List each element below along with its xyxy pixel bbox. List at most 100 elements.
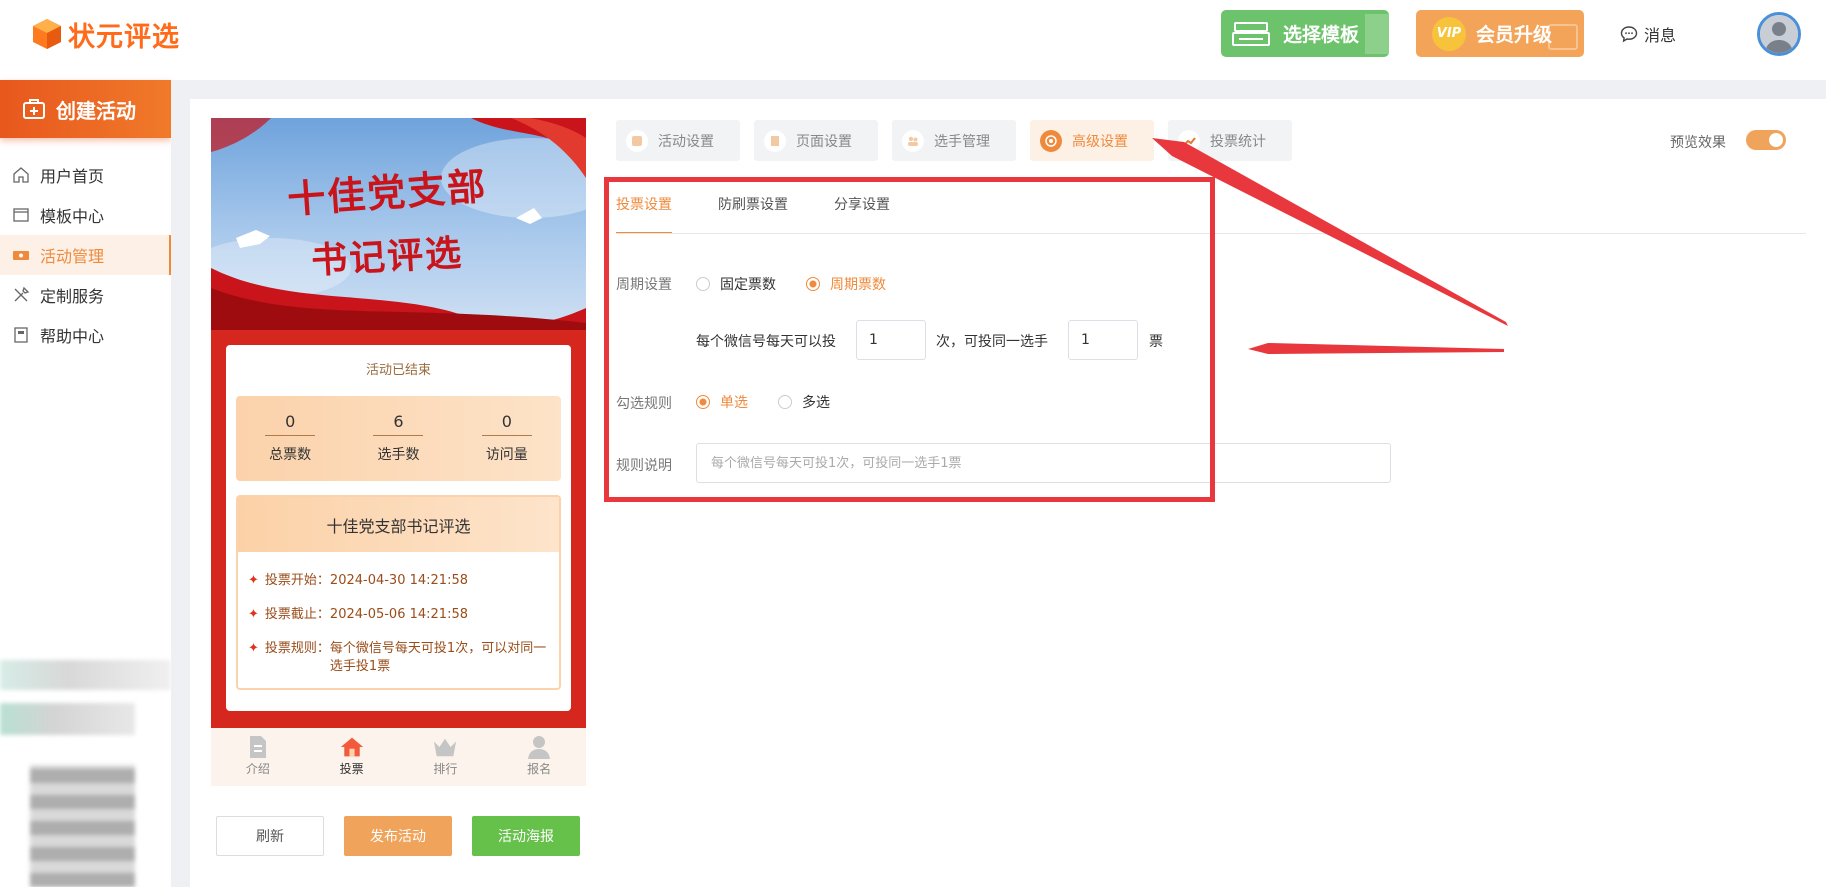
select-template-label: 选择模板: [1283, 24, 1360, 46]
tab-label: 页面设置: [796, 133, 852, 150]
tab-label: 高级设置: [1072, 133, 1128, 150]
stat-visits: 0 访问量: [453, 396, 561, 481]
target-icon: [1040, 129, 1062, 152]
settings-icon: [626, 129, 648, 152]
vote-start-row: ✦ 投票开始： 2024-04-30 14:21:58: [248, 572, 468, 590]
vote-rule-label: 投票规则：: [264, 641, 330, 656]
stat-total-votes: 0 总票数: [236, 396, 344, 481]
tab-label: 选手管理: [934, 133, 990, 150]
home-icon: [340, 734, 364, 760]
sidebar-item-templates[interactable]: 模板中心: [0, 195, 171, 235]
user-avatar-icon: [1760, 15, 1798, 53]
settings-tabs: 活动设置 页面设置 选手管理 高级设置 投票统计: [616, 120, 1292, 161]
message-icon: [1620, 26, 1638, 43]
add-box-icon: [23, 99, 45, 119]
tab-activity-settings[interactable]: 活动设置: [616, 120, 740, 161]
crown-deco-icon: [1548, 24, 1578, 50]
activity-info-box: 十佳党支部书记评选 ✦ 投票开始： 2024-04-30 14:21:58 ✦ …: [236, 495, 561, 690]
crown-icon: [433, 734, 457, 760]
preview-banner: 十佳党支部 书记评选: [211, 118, 586, 330]
preview-toggle-label: 预览效果: [1670, 135, 1726, 151]
preview-tabbar: 介绍 投票 排行 报名: [211, 728, 586, 786]
create-activity-button[interactable]: 创建活动: [0, 80, 171, 138]
page-icon: [764, 129, 786, 152]
stat-label: 访问量: [485, 447, 528, 463]
tab-label: 投票: [339, 762, 364, 776]
blurred-block-2: [0, 703, 135, 735]
sidebar-item-label: 活动管理: [40, 247, 105, 266]
tab-intro[interactable]: 介绍: [211, 728, 305, 786]
stat-value: 0: [481, 412, 532, 436]
activity-poster-button[interactable]: 活动海报: [472, 816, 580, 856]
document-icon: [246, 734, 270, 760]
tab-label: 报名: [527, 762, 552, 776]
tab-advanced-settings[interactable]: 高级设置: [1030, 120, 1154, 161]
star-icon: ✦: [248, 607, 259, 622]
ticket-icon: [12, 246, 30, 264]
mobile-preview: 十佳党支部 书记评选 活动已结束 0 总票数 6 选手数 0 访问量 十佳党支部…: [211, 118, 586, 786]
preview-info-card: 活动已结束 0 总票数 6 选手数 0 访问量 十佳党支部书记评选 ✦ 投票开始…: [226, 345, 571, 711]
vote-end-row: ✦ 投票截止： 2024-05-06 14:21:58: [248, 606, 468, 624]
vote-rule-row: ✦ 投票规则： 每个微信号每天可投1次，可以对同一选手投1票: [248, 640, 548, 676]
create-activity-label: 创建活动: [56, 98, 136, 123]
chart-icon: [1178, 129, 1200, 152]
stat-value: 6: [373, 412, 424, 436]
blurred-qr-code: [30, 765, 135, 887]
content-frame-left: [171, 80, 190, 887]
refresh-button[interactable]: 刷新: [216, 816, 324, 856]
template-deco: [1365, 14, 1389, 54]
home-icon: [12, 166, 30, 184]
tab-label: 介绍: [245, 762, 270, 776]
vip-icon: VIP: [1432, 16, 1466, 51]
stat-label: 总票数: [269, 447, 312, 463]
sidebar-item-home[interactable]: 用户首页: [0, 155, 171, 195]
avatar[interactable]: [1757, 12, 1801, 56]
vote-rule-value: 每个微信号每天可投1次，可以对同一选手投1票: [329, 641, 547, 674]
vote-start-label: 投票开始：: [264, 573, 330, 588]
annotation-highlight-box: [604, 177, 1215, 502]
sidebar-item-label: 用户首页: [40, 167, 105, 186]
logo-text: 状元评选: [68, 21, 180, 53]
sidebar-item-label: 定制服务: [40, 287, 105, 306]
tab-label: 活动设置: [658, 133, 714, 150]
vote-start-value: 2024-04-30 14:21:58: [329, 573, 468, 588]
content-frame-top: [171, 80, 1826, 99]
sidebar-item-label: 模板中心: [40, 207, 105, 226]
select-template-button[interactable]: 选择模板: [1221, 10, 1389, 57]
vote-end-label: 投票截止：: [264, 607, 330, 622]
vote-end-value: 2024-05-06 14:21:58: [329, 607, 468, 622]
publish-activity-button[interactable]: 发布活动: [344, 816, 452, 856]
folder-icon: [12, 206, 30, 224]
stat-value: 0: [265, 412, 316, 436]
book-icon: [12, 326, 30, 344]
tab-signup[interactable]: 报名: [492, 728, 586, 786]
stat-player-count: 6 选手数: [344, 396, 452, 481]
template-icon: [1232, 21, 1270, 46]
tab-ranking[interactable]: 排行: [399, 728, 493, 786]
tools-icon: [12, 286, 30, 304]
preview-actions: 刷新 发布活动 活动海报: [216, 816, 580, 856]
vip-upgrade-button[interactable]: VIP 会员升级: [1416, 10, 1584, 57]
sidebar-item-activity-management[interactable]: 活动管理: [0, 235, 171, 275]
tab-page-settings[interactable]: 页面设置: [754, 120, 878, 161]
tab-player-management[interactable]: 选手管理: [892, 120, 1016, 161]
top-header: 状元评选 选择模板 VIP 会员升级 消息: [0, 0, 1826, 80]
sidebar-nav: 用户首页 模板中心 活动管理 定制服务 帮助中心: [0, 155, 171, 355]
star-icon: ✦: [248, 573, 259, 588]
users-icon: [902, 129, 924, 152]
stats-panel: 0 总票数 6 选手数 0 访问量: [236, 396, 561, 481]
messages-link[interactable]: 消息: [1620, 22, 1676, 46]
vip-upgrade-label: 会员升级: [1476, 24, 1553, 46]
tab-vote[interactable]: 投票: [305, 728, 399, 786]
sidebar-item-custom-service[interactable]: 定制服务: [0, 275, 171, 315]
preview-toggle[interactable]: [1746, 130, 1786, 150]
blurred-block-1: [0, 660, 171, 690]
banner-decoration: [211, 118, 586, 330]
logo[interactable]: 状元评选: [32, 14, 180, 54]
activity-title: 十佳党支部书记评选: [238, 497, 559, 552]
sidebar-item-help-center[interactable]: 帮助中心: [0, 315, 171, 355]
logo-cube-icon: [33, 19, 61, 49]
tab-vote-statistics[interactable]: 投票统计: [1168, 120, 1292, 161]
user-icon: [527, 734, 551, 760]
stat-label: 选手数: [377, 447, 420, 463]
